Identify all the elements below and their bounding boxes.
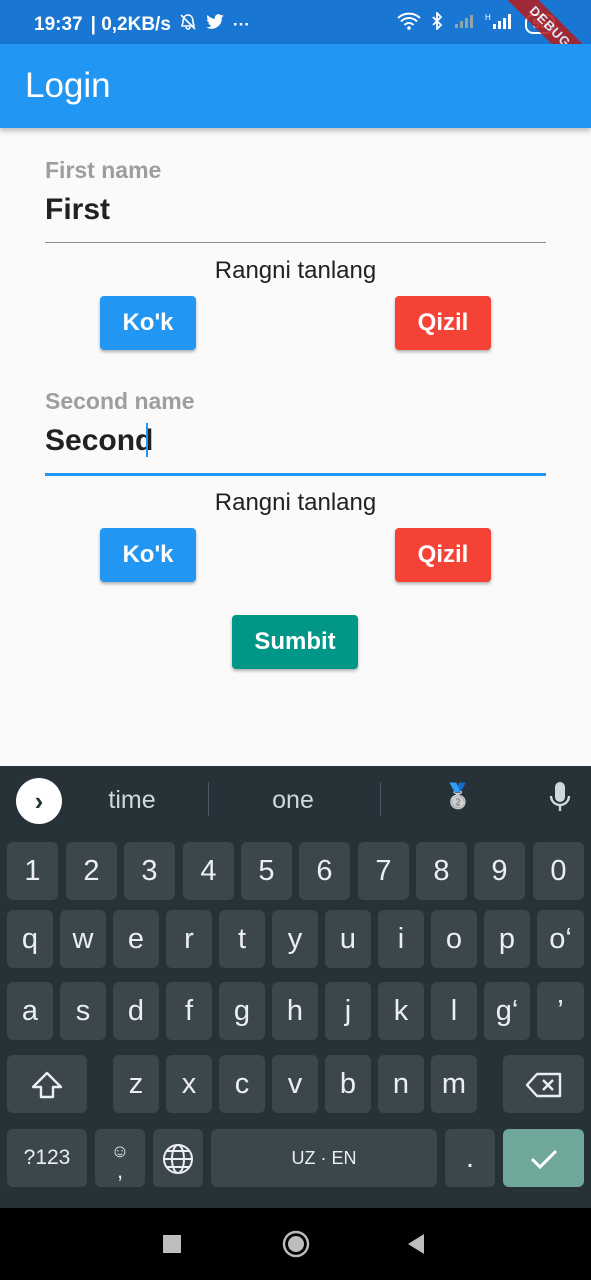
twitter-icon: [205, 13, 225, 36]
signal-sim2-icon: H: [485, 12, 515, 35]
system-nav-bar: [0, 1208, 591, 1280]
key-s[interactable]: s: [60, 982, 106, 1040]
chevron-right-icon[interactable]: ›: [16, 778, 62, 824]
first-name-label: First name: [45, 157, 162, 183]
key-p[interactable]: p: [484, 910, 530, 968]
key-e[interactable]: e: [113, 910, 159, 968]
key-4[interactable]: 4: [183, 842, 234, 900]
key-9[interactable]: 9: [474, 842, 525, 900]
backspace-icon: [525, 1073, 561, 1098]
recents-square-icon[interactable]: [163, 1235, 181, 1253]
shift-key[interactable]: [7, 1055, 87, 1113]
key-o[interactable]: o: [431, 910, 477, 968]
key-c[interactable]: c: [219, 1055, 265, 1113]
text-cursor: [146, 423, 148, 457]
status-network-speed: | 0,2KB/s: [90, 13, 171, 35]
key-6[interactable]: 6: [299, 842, 350, 900]
symbols-key[interactable]: ?123: [7, 1129, 87, 1187]
language-key[interactable]: [153, 1129, 203, 1187]
svg-text:H: H: [485, 13, 491, 22]
comma-label: ,: [116, 1158, 124, 1183]
bluetooth-icon: [431, 10, 443, 35]
key-a[interactable]: a: [7, 982, 53, 1040]
home-circle-icon[interactable]: [282, 1230, 310, 1263]
key-8[interactable]: 8: [416, 842, 467, 900]
key-j[interactable]: j: [325, 982, 371, 1040]
microphone-icon[interactable]: [548, 780, 572, 816]
key-w[interactable]: w: [60, 910, 106, 968]
shift-arrow-icon: [31, 1072, 63, 1099]
check-icon: [530, 1150, 557, 1170]
second-blue-button[interactable]: Ko'k: [100, 528, 196, 582]
first-blue-button[interactable]: Ko'k: [100, 296, 196, 350]
key-g[interactable]: g: [219, 982, 265, 1040]
status-bar: 19:37 | 0,2KB/s ··· H 53: [0, 0, 591, 44]
submit-button[interactable]: Sumbit: [232, 615, 358, 669]
enter-key[interactable]: [503, 1129, 584, 1187]
mute-bell-icon: [179, 13, 197, 36]
period-key[interactable]: .: [445, 1129, 495, 1187]
key-m[interactable]: m: [431, 1055, 477, 1113]
wifi-icon: [396, 12, 421, 35]
suggestion-divider: [380, 782, 381, 816]
suggestion-strip: › time one 🥈: [0, 766, 591, 834]
key-k[interactable]: k: [378, 982, 424, 1040]
globe-icon: [163, 1144, 193, 1175]
first-name-underline: [45, 242, 546, 243]
signal-sim1-icon: [453, 13, 475, 34]
second-name-underline-focused: [45, 473, 546, 476]
second-name-input[interactable]: [45, 419, 546, 463]
second-name-label: Second name: [45, 388, 195, 414]
key-r[interactable]: r: [166, 910, 212, 968]
suggestion-1[interactable]: time: [82, 786, 182, 815]
key-g-apostrophe[interactable]: g‘: [484, 982, 530, 1040]
first-red-button[interactable]: Qizil: [395, 296, 491, 350]
key-y[interactable]: y: [272, 910, 318, 968]
key-1[interactable]: 1: [7, 842, 58, 900]
key-x[interactable]: x: [166, 1055, 212, 1113]
medal-emoji-suggestion[interactable]: 🥈: [443, 782, 473, 811]
key-5[interactable]: 5: [241, 842, 292, 900]
key-v[interactable]: v: [272, 1055, 318, 1113]
key-o-apostrophe[interactable]: o‘: [537, 910, 584, 968]
first-color-prompt: Rangni tanlang: [214, 257, 377, 284]
second-red-button[interactable]: Qizil: [395, 528, 491, 582]
back-triangle-icon[interactable]: [406, 1232, 426, 1261]
soft-keyboard: › time one 🥈 1 2 3 4 5 6 7 8 9 0 q w e r…: [0, 766, 591, 1208]
emoji-comma-key[interactable]: ☺ ,: [95, 1129, 145, 1187]
suggestion-divider: [208, 782, 209, 816]
key-z[interactable]: z: [113, 1055, 159, 1113]
key-0[interactable]: 0: [533, 842, 584, 900]
key-i[interactable]: i: [378, 910, 424, 968]
key-l[interactable]: l: [431, 982, 477, 1040]
key-2[interactable]: 2: [66, 842, 117, 900]
more-notifications-icon: ···: [232, 14, 250, 34]
suggestion-2[interactable]: one: [243, 786, 343, 815]
key-q[interactable]: q: [7, 910, 53, 968]
first-name-input[interactable]: [45, 188, 546, 232]
key-h[interactable]: h: [272, 982, 318, 1040]
key-b[interactable]: b: [325, 1055, 371, 1113]
status-time: 19:37: [34, 13, 83, 35]
key-d[interactable]: d: [113, 982, 159, 1040]
key-n[interactable]: n: [378, 1055, 424, 1113]
key-t[interactable]: t: [219, 910, 265, 968]
app-bar: Login: [0, 44, 591, 128]
space-key[interactable]: UZ · EN: [211, 1129, 437, 1187]
backspace-key[interactable]: [503, 1055, 584, 1113]
key-f[interactable]: f: [166, 982, 212, 1040]
key-7[interactable]: 7: [358, 842, 409, 900]
page-title: Login: [25, 66, 111, 105]
key-u[interactable]: u: [325, 910, 371, 968]
key-3[interactable]: 3: [124, 842, 175, 900]
key-apostrophe[interactable]: ’: [537, 982, 584, 1040]
second-color-prompt: Rangni tanlang: [214, 489, 377, 516]
